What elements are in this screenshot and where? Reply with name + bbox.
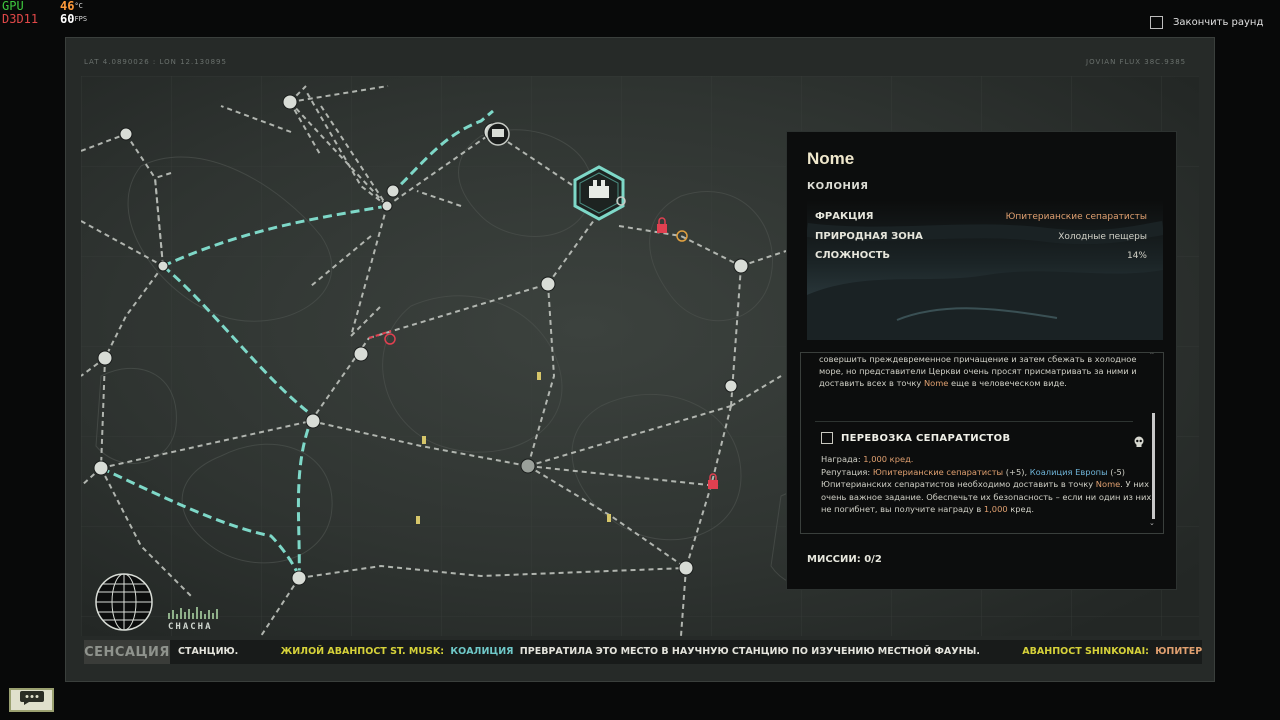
missions-count: МИССИИ: 0/2 (807, 554, 882, 565)
node-outpost (678, 560, 694, 576)
ticker-place: ЖИЛОЙ АВАНПОСТ ST. MUSK: (280, 646, 445, 657)
node-outpost (282, 94, 298, 110)
api-label: D3D11 (2, 12, 39, 26)
mission-list-scrollbar[interactable]: ⌃ ⌄ (1149, 353, 1155, 527)
stat-biome-value: Холодные пещеры (1058, 232, 1147, 242)
scrollbar-thumb[interactable] (1152, 413, 1155, 519)
node-outpost (119, 127, 133, 141)
node-outpost (291, 570, 307, 586)
node-outpost (353, 346, 369, 362)
node-outpost (386, 184, 400, 198)
stat-difficulty-value: 14% (1126, 251, 1147, 261)
divider (815, 421, 1133, 422)
performance-overlay: GPU 46°C D3D11 60FPS (2, 0, 87, 26)
mission-description: Юпитерианских сепаратистов необходимо до… (821, 479, 1152, 514)
ticker-text: ПРЕВРАТИЛА ЭТО МЕСТО В НАУЧНУЮ СТАНЦИЮ П… (519, 646, 980, 657)
ticker-place: АВАНПОСТ SHINKONAI: (1022, 646, 1149, 657)
mission-reputation: Репутация: Юпитерианские сепаратисты (+5… (821, 466, 1126, 477)
location-info-panel: Nome КОЛОНИЯ ФРАКЦИЯ Юпитерианские сепар… (786, 131, 1177, 590)
stat-difficulty-label: СЛОЖНОСТЬ (815, 250, 891, 261)
ticker-text: СТАНЦИЮ. (178, 646, 239, 657)
fps-value: 60 (60, 12, 75, 26)
chat-button[interactable] (9, 688, 54, 712)
end-round-label: Закончить раунд (1173, 17, 1264, 28)
scroll-up-icon[interactable]: ⌃ (1149, 353, 1155, 359)
mission-reward: Награда: 1,000 кред. (821, 454, 914, 464)
ticker-badge: СЕНСАЦИЯ (84, 640, 170, 664)
stat-faction-value: Юпитерианские сепаратисты (1005, 212, 1147, 222)
node-outpost (97, 350, 113, 366)
scroll-down-icon[interactable]: ⌄ (1149, 519, 1155, 527)
node-outpost (733, 258, 749, 274)
gpu-temp-unit: °C (74, 2, 83, 10)
mission-title: ПЕРЕВОЗКА СЕПАРАТИСТОВ (841, 432, 1011, 444)
map-flux-readout: JOVIAN FLUX 38C.9385 (1086, 58, 1187, 66)
signal-readout: СНАСНА (168, 622, 213, 632)
fps-unit: FPS (74, 15, 88, 23)
description-location-link: Nome (923, 378, 949, 388)
node-outpost (724, 379, 738, 393)
globe-icon (94, 572, 154, 636)
ticker-items: СТАНЦИЮ. ЖИЛОЙ АВАНПОСТ ST. MUSK: КОАЛИЦ… (178, 646, 1202, 657)
end-round-checkbox[interactable] (1150, 16, 1163, 29)
stat-biome-label: ПРИРОДНАЯ ЗОНА (815, 231, 923, 242)
chat-icon (19, 690, 45, 710)
ticker-faction: КОАЛИЦИЯ (450, 646, 514, 657)
node-outpost (381, 200, 393, 212)
node-outpost (157, 260, 169, 272)
skull-icon (1133, 433, 1145, 452)
stat-faction-label: ФРАКЦИЯ (815, 211, 874, 222)
location-description: совершить преждевременное причащение и з… (819, 354, 1137, 388)
mission-checkbox[interactable] (821, 432, 833, 444)
node-outpost (93, 460, 109, 476)
mission-list[interactable]: совершить преждевременное причащение и з… (800, 352, 1164, 534)
node-outpost (305, 413, 321, 429)
end-round-toggle[interactable]: Закончить раунд (1150, 16, 1263, 29)
node-outpost (520, 458, 536, 474)
station-node-icon (486, 122, 510, 146)
mission-item[interactable]: ПЕРЕВОЗКА СЕПАРАТИСТОВ Награда: 1,000 кр… (821, 432, 1153, 516)
signal-icon (168, 604, 224, 623)
map-coordinates: LAT 4.0890026 : LON 12.130895 (84, 58, 227, 66)
news-ticker: СЕНСАЦИЯ СТАНЦИЮ. ЖИЛОЙ АВАНПОСТ ST. MUS… (84, 640, 1202, 664)
ticker-faction: ЮПИТЕРИАНСКИЕ СЕПАРА (1155, 646, 1202, 657)
node-outpost (540, 276, 556, 292)
location-type: КОЛОНИЯ (807, 181, 869, 192)
location-title: Nome (807, 149, 855, 168)
